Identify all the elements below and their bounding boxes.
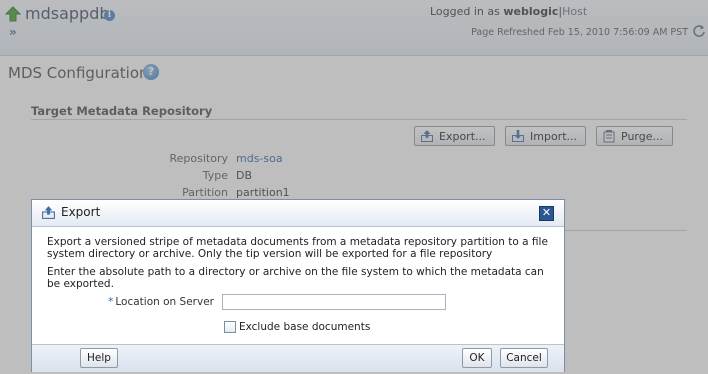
close-icon[interactable]: ✕ bbox=[539, 206, 554, 221]
dialog-footer: Help OK Cancel bbox=[32, 344, 564, 372]
cancel-button[interactable]: Cancel bbox=[500, 348, 548, 368]
export-icon bbox=[42, 206, 55, 219]
dialog-title: Export bbox=[61, 205, 101, 219]
exclude-base-documents-checkbox[interactable] bbox=[224, 321, 236, 333]
location-label-text: Location on Server bbox=[115, 296, 214, 308]
exclude-base-documents-label[interactable]: Exclude base documents bbox=[239, 321, 370, 333]
location-on-server-input[interactable] bbox=[222, 294, 446, 310]
help-button[interactable]: Help bbox=[80, 348, 118, 368]
dialog-title-bar[interactable]: Export ✕ bbox=[32, 200, 564, 227]
required-marker: * bbox=[108, 296, 114, 308]
dialog-description: Export a versioned stripe of metadata do… bbox=[47, 236, 548, 260]
location-label: * Location on Server bbox=[102, 296, 214, 308]
dialog-instruction: Enter the absolute path to a directory o… bbox=[47, 266, 544, 290]
ok-button[interactable]: OK bbox=[462, 348, 492, 368]
export-dialog: Export ✕ Export a versioned stripe of me… bbox=[31, 199, 565, 372]
